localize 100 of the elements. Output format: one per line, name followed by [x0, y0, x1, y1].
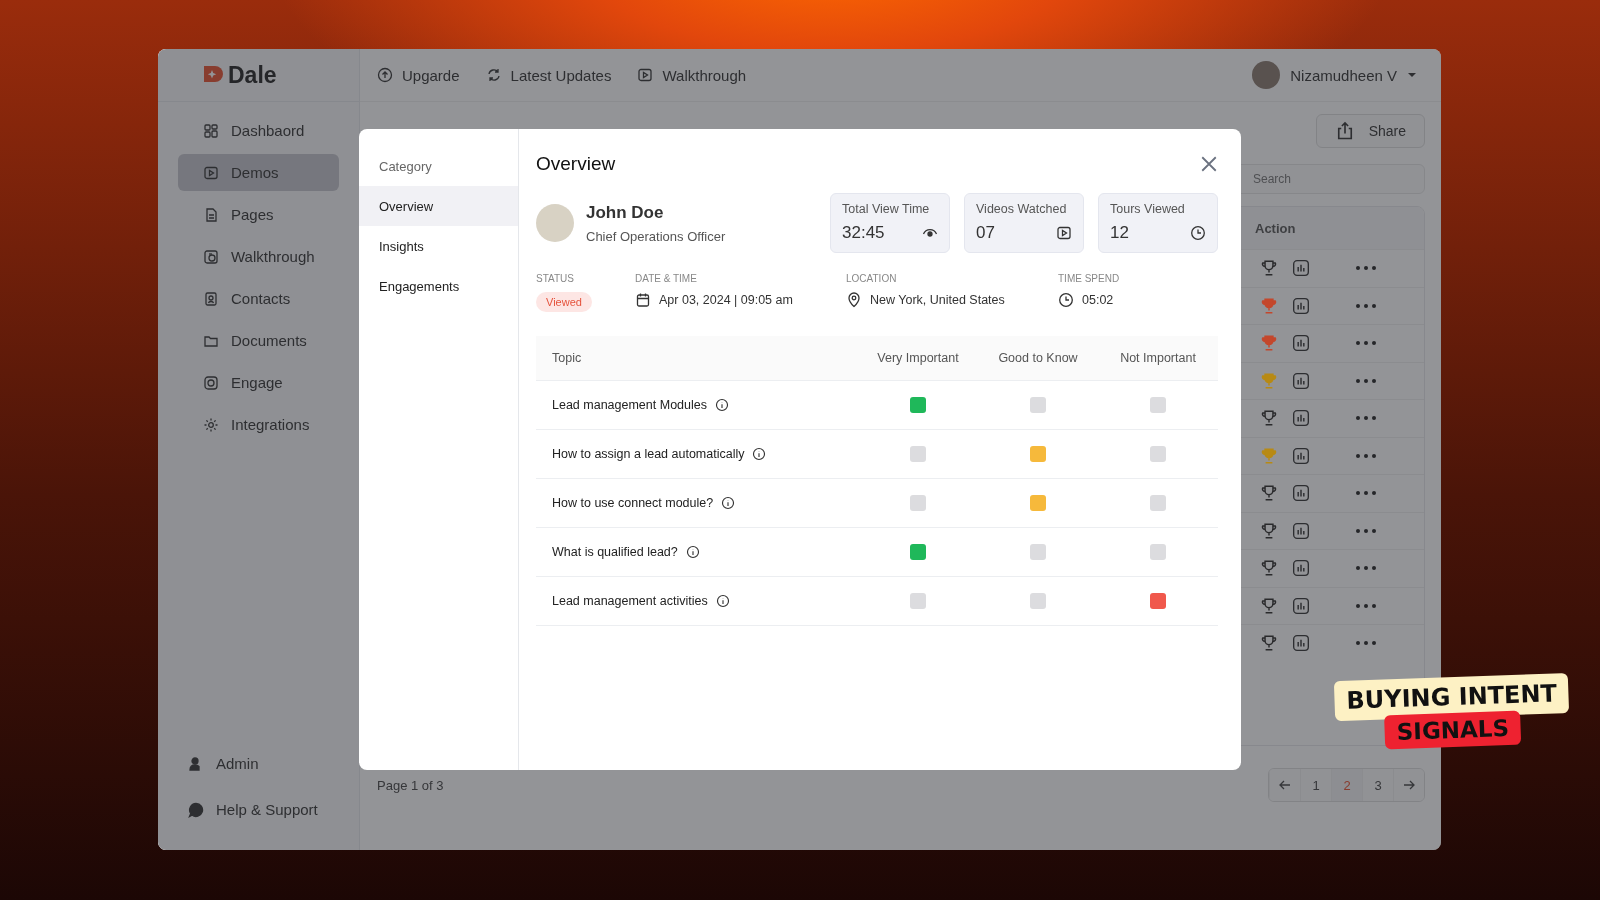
sidebar-item[interactable]: Demos	[178, 154, 339, 191]
more-icon[interactable]	[1356, 303, 1376, 308]
bar-chart-icon[interactable]	[1292, 484, 1310, 503]
person-name: John Doe	[586, 202, 665, 223]
help-icon	[188, 801, 204, 818]
field-label: LOCATION	[846, 273, 898, 284]
brand-name: Dale	[228, 61, 277, 89]
settings-icon	[203, 416, 219, 433]
field-value: 05:02	[1082, 293, 1114, 307]
trophy-icon[interactable]	[1260, 634, 1278, 653]
trophy-icon[interactable]	[1260, 259, 1278, 278]
topic-label: What is qualified lead?	[552, 545, 678, 559]
stat-value: 12	[1110, 223, 1129, 243]
play-icon	[203, 164, 219, 181]
caret-icon	[1407, 72, 1417, 78]
column-header: Topic	[551, 351, 583, 365]
field-label: DATE & TIME	[635, 273, 698, 284]
stat-label: Videos Watched	[976, 202, 1068, 216]
more-icon[interactable]	[1356, 491, 1376, 496]
bar-chart-icon[interactable]	[1292, 296, 1310, 315]
more-icon[interactable]	[1356, 416, 1376, 421]
category-tab[interactable]: Engagements	[359, 266, 518, 306]
column-header: Not Important	[1119, 351, 1197, 365]
close-icon[interactable]	[1200, 155, 1218, 173]
sidebar-item[interactable]: Pages	[178, 196, 339, 233]
user-menu[interactable]: Nizamudheen V	[1252, 61, 1417, 89]
category-tab[interactable]: Overview	[359, 186, 518, 226]
bar-chart-icon[interactable]	[1292, 259, 1310, 278]
more-icon[interactable]	[1356, 341, 1376, 346]
avatar	[1252, 61, 1281, 89]
bar-chart-icon[interactable]	[1292, 409, 1310, 428]
more-icon[interactable]	[1356, 641, 1376, 646]
sidebar-item[interactable]: Dashbaord	[178, 112, 339, 149]
topic-label: Lead management activities	[552, 594, 708, 608]
bar-chart-icon[interactable]	[1292, 559, 1310, 578]
person-role: Chief Operations Officer	[586, 228, 726, 244]
calendar-icon	[635, 292, 651, 308]
category-tab[interactable]: Insights	[359, 226, 518, 266]
dialog-title: Overview	[536, 153, 616, 175]
bar-chart-icon[interactable]	[1292, 371, 1310, 390]
sidebar-item[interactable]: Walkthrough	[178, 238, 339, 275]
page-button[interactable]: 2	[1331, 769, 1362, 801]
stat-label: Total View Time	[842, 202, 931, 216]
location-pin-icon	[846, 292, 862, 308]
page-summary: Page 1 of 3	[377, 777, 444, 793]
trophy-icon[interactable]	[1260, 484, 1278, 503]
column-header: Action	[1255, 220, 1296, 236]
sidebar-item[interactable]: Admin	[163, 745, 354, 782]
walkthrough-icon	[203, 248, 219, 265]
info-icon[interactable]	[715, 594, 730, 608]
play-icon	[1056, 225, 1072, 241]
sticker-label: SIGNALS	[1384, 710, 1522, 750]
more-icon[interactable]	[1356, 566, 1376, 571]
info-icon[interactable]	[714, 398, 729, 412]
refresh-icon	[485, 67, 502, 83]
grid-icon	[203, 122, 219, 139]
contacts-icon	[203, 290, 219, 307]
stat-value: 32:45	[842, 223, 885, 243]
bar-chart-icon[interactable]	[1292, 521, 1310, 540]
info-icon[interactable]	[685, 545, 700, 559]
bar-chart-icon[interactable]	[1292, 596, 1310, 615]
sidebar-item[interactable]: Documents	[178, 322, 339, 359]
top-nav-link[interactable]: Walkthrough	[637, 66, 747, 84]
more-icon[interactable]	[1356, 528, 1376, 533]
field-label: STATUS	[536, 273, 575, 284]
bar-chart-icon[interactable]	[1292, 334, 1310, 353]
sidebar-item[interactable]: Help & Support	[163, 791, 354, 828]
trophy-icon[interactable]	[1260, 596, 1278, 615]
trophy-icon[interactable]	[1260, 559, 1278, 578]
bar-chart-icon[interactable]	[1292, 634, 1310, 653]
trophy-icon[interactable]	[1260, 521, 1278, 540]
top-nav-link[interactable]: Upgarde	[377, 66, 460, 84]
upgrade-icon	[377, 67, 393, 83]
avatar	[536, 204, 574, 242]
more-icon[interactable]	[1356, 453, 1376, 458]
clock-icon	[1058, 292, 1074, 308]
play-icon	[637, 67, 654, 83]
column-header: Good to Know	[997, 351, 1079, 365]
topic-label: How to use connect module?	[552, 496, 714, 510]
share-button[interactable]: Share	[1315, 114, 1425, 148]
more-icon[interactable]	[1356, 266, 1376, 271]
info-icon[interactable]	[752, 447, 767, 461]
sidebar-item[interactable]: Contacts	[178, 280, 339, 317]
trophy-icon[interactable]	[1260, 409, 1278, 428]
more-icon[interactable]	[1356, 603, 1376, 608]
topic-label: How to assign a lead automatically	[552, 447, 745, 461]
bar-chart-icon[interactable]	[1292, 446, 1310, 465]
sidebar-item[interactable]: Engage	[178, 364, 339, 401]
status-badge: Viewed	[536, 292, 592, 312]
top-nav-link[interactable]: Latest Updates	[485, 66, 612, 84]
document-icon	[203, 206, 219, 223]
field-label: TIME SPEND	[1058, 273, 1120, 284]
stat-label: Tours Viewed	[1110, 202, 1186, 216]
topic-label: Lead management Modules	[552, 398, 707, 412]
more-icon[interactable]	[1356, 378, 1376, 383]
stat-value: 07	[976, 223, 995, 243]
field-value: Apr 03, 2024 | 09:05 am	[659, 293, 793, 307]
engage-icon	[203, 374, 219, 391]
sidebar-item[interactable]: Integrations	[178, 406, 339, 443]
info-icon[interactable]	[721, 496, 736, 510]
